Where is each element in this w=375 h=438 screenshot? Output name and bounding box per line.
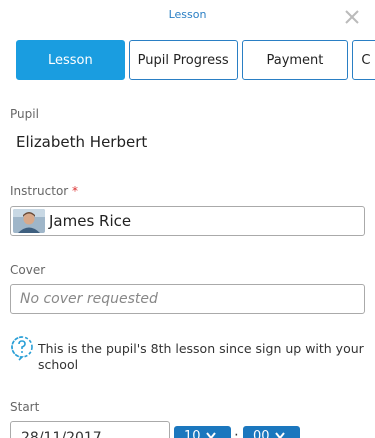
start-hour-value: 10 bbox=[184, 429, 201, 438]
question-icon bbox=[11, 336, 33, 361]
pupil-label: Pupil bbox=[10, 107, 39, 121]
instructor-name: James Rice bbox=[49, 212, 132, 230]
avatar bbox=[13, 209, 45, 233]
instructor-label-row: Instructor * bbox=[10, 184, 78, 198]
start-date-value: 28/11/2017 bbox=[21, 430, 102, 438]
tab-pupil-progress[interactable]: Pupil Progress bbox=[128, 40, 238, 80]
cover-field[interactable]: No cover requested bbox=[10, 284, 365, 314]
tab-payment[interactable]: Payment bbox=[241, 40, 349, 80]
tab-more[interactable]: C bbox=[352, 40, 375, 80]
time-separator: : bbox=[234, 429, 239, 438]
info-text: This is the pupil's 8th lesson since sig… bbox=[38, 341, 364, 372]
cover-input: No cover requested bbox=[20, 291, 158, 307]
instructor-label: Instructor bbox=[10, 184, 69, 198]
start-minute-select[interactable]: 00 bbox=[243, 426, 300, 438]
chevron-down-icon bbox=[205, 432, 216, 438]
close-button[interactable] bbox=[341, 6, 363, 28]
tab-bar: Lesson Pupil Progress Payment C bbox=[16, 40, 375, 80]
start-minute-value: 00 bbox=[253, 429, 270, 438]
chevron-down-icon bbox=[274, 432, 285, 438]
close-icon bbox=[345, 10, 359, 24]
start-label: Start bbox=[10, 400, 40, 414]
instructor-field[interactable]: James Rice bbox=[10, 206, 365, 236]
tab-lesson[interactable]: Lesson bbox=[16, 40, 125, 80]
modal-title: Lesson bbox=[168, 8, 207, 21]
required-marker: * bbox=[72, 184, 79, 198]
start-hour-select[interactable]: 10 bbox=[174, 426, 231, 438]
start-date-field[interactable]: 28/11/2017 bbox=[10, 421, 170, 438]
pupil-name: Elizabeth Herbert bbox=[16, 133, 148, 151]
cover-label: Cover bbox=[10, 263, 46, 277]
